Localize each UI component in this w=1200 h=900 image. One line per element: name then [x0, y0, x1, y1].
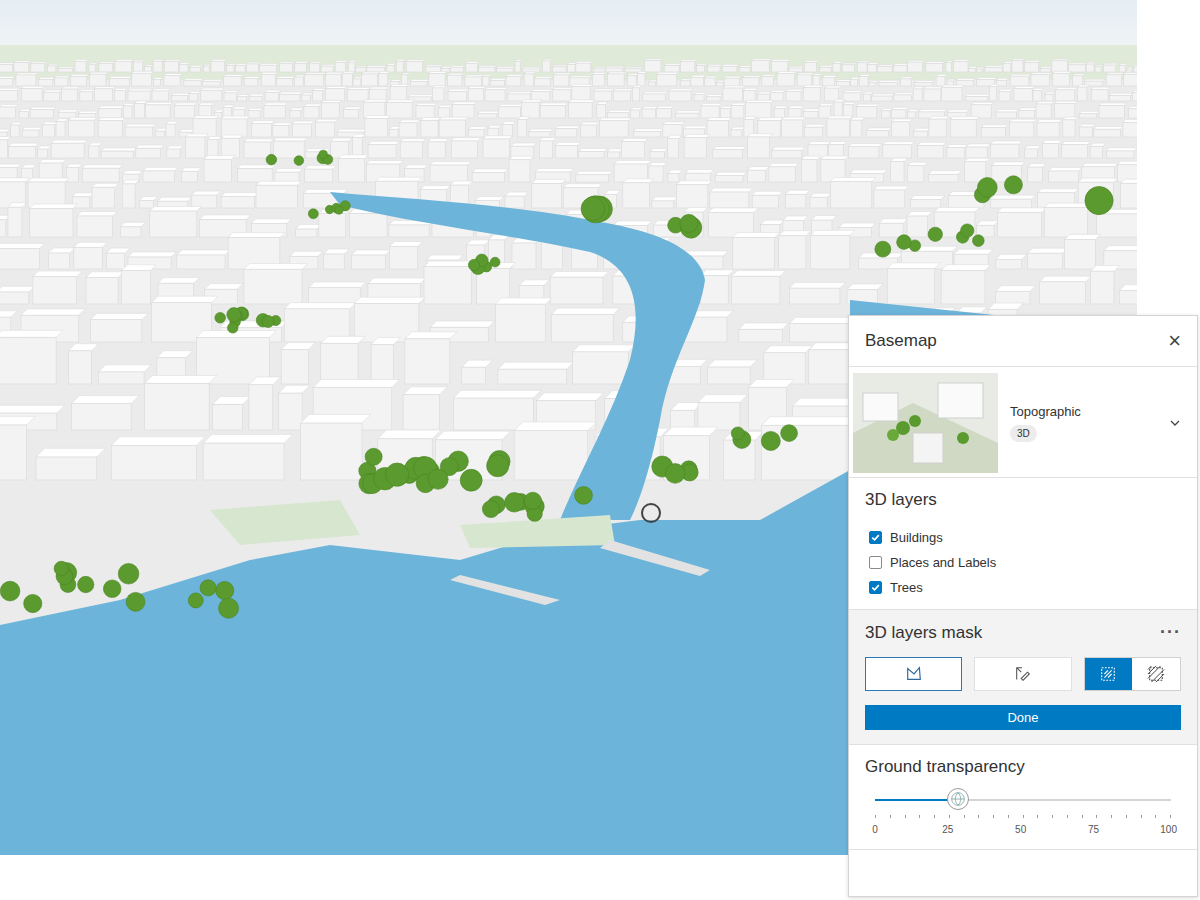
mask-outside-icon — [1147, 665, 1165, 683]
mask-mode-toggle — [1084, 657, 1181, 691]
slider-tick-label: 0 — [869, 824, 881, 835]
buildings — [0, 59, 1137, 480]
slider-tick-label: 75 — [1087, 824, 1099, 835]
mask-inside-icon — [1099, 665, 1117, 683]
layer-checkbox-row[interactable]: Buildings — [869, 530, 1181, 545]
layer-label: Trees — [890, 580, 923, 595]
layer-list: Buildings Places and Labels Trees — [869, 530, 1181, 595]
slider-minor-ticks — [875, 815, 1171, 818]
globe-icon — [949, 790, 967, 808]
done-button[interactable]: Done — [865, 705, 1181, 730]
panel-title: Basemap — [865, 331, 937, 351]
slider-tick-label: 25 — [942, 824, 954, 835]
more-options-button[interactable]: ··· — [1160, 622, 1181, 643]
mask-mode-button[interactable] — [1085, 658, 1133, 690]
horizon — [0, 45, 1137, 85]
layer-label: Places and Labels — [890, 555, 996, 570]
mask-tool-button[interactable] — [865, 657, 962, 691]
section-title: 3D layers mask — [865, 623, 982, 643]
basemap-panel: Basemap × Topographic 3D 3D layers Buildings P… — [848, 315, 1198, 897]
layer-checkbox-row[interactable]: Places and Labels — [869, 555, 1181, 570]
basemap-selector[interactable]: Topographic 3D — [849, 367, 1197, 478]
transparency-section: Ground transparency 0 25 50 75 100 — [849, 745, 1197, 850]
chevron-down-icon[interactable] — [1169, 417, 1181, 429]
panel-header: Basemap × — [849, 316, 1197, 367]
app-screen: Basemap × Topographic 3D 3D layers Buildings P… — [0, 0, 1200, 900]
mask-tools — [865, 657, 1181, 691]
basemap-thumbnail — [853, 373, 998, 473]
slider-tick-label: 100 — [1160, 824, 1177, 835]
polygon-icon — [905, 665, 923, 683]
check-icon — [870, 532, 881, 543]
basemap-badge: 3D — [1010, 425, 1037, 442]
layer-label: Buildings — [890, 530, 943, 545]
slider-ticks: 0 25 50 75 100 — [869, 824, 1177, 835]
slider-tick-label: 50 — [1015, 824, 1027, 835]
sketch-icon — [1014, 665, 1032, 683]
section-title: Ground transparency — [865, 757, 1181, 777]
mask-tool-button[interactable] — [974, 657, 1071, 691]
basemap-name: Topographic — [1010, 404, 1081, 419]
mask-section: 3D layers mask ··· Done — [849, 610, 1197, 745]
slider-track — [875, 799, 1171, 801]
navigation-cursor-icon — [642, 504, 660, 522]
checkbox[interactable] — [869, 581, 882, 594]
basemap-info: Topographic 3D — [1010, 404, 1157, 442]
river — [330, 192, 705, 520]
section-title: 3D layers — [865, 490, 1181, 510]
transparency-slider[interactable]: 0 25 50 75 100 — [865, 799, 1181, 835]
layers-section: 3D layers Buildings Places and Labels Trees — [849, 478, 1197, 610]
slider-fill — [875, 799, 958, 801]
mask-mode-button[interactable] — [1132, 658, 1180, 690]
slider-thumb[interactable] — [947, 788, 969, 810]
mask-header: 3D layers mask ··· — [865, 622, 1181, 643]
pier — [450, 540, 710, 605]
park — [210, 500, 615, 548]
checkbox[interactable] — [869, 531, 882, 544]
layer-checkbox-row[interactable]: Trees — [869, 580, 1181, 595]
checkbox[interactable] — [869, 556, 882, 569]
check-icon — [870, 582, 881, 593]
close-button[interactable]: × — [1168, 330, 1181, 352]
